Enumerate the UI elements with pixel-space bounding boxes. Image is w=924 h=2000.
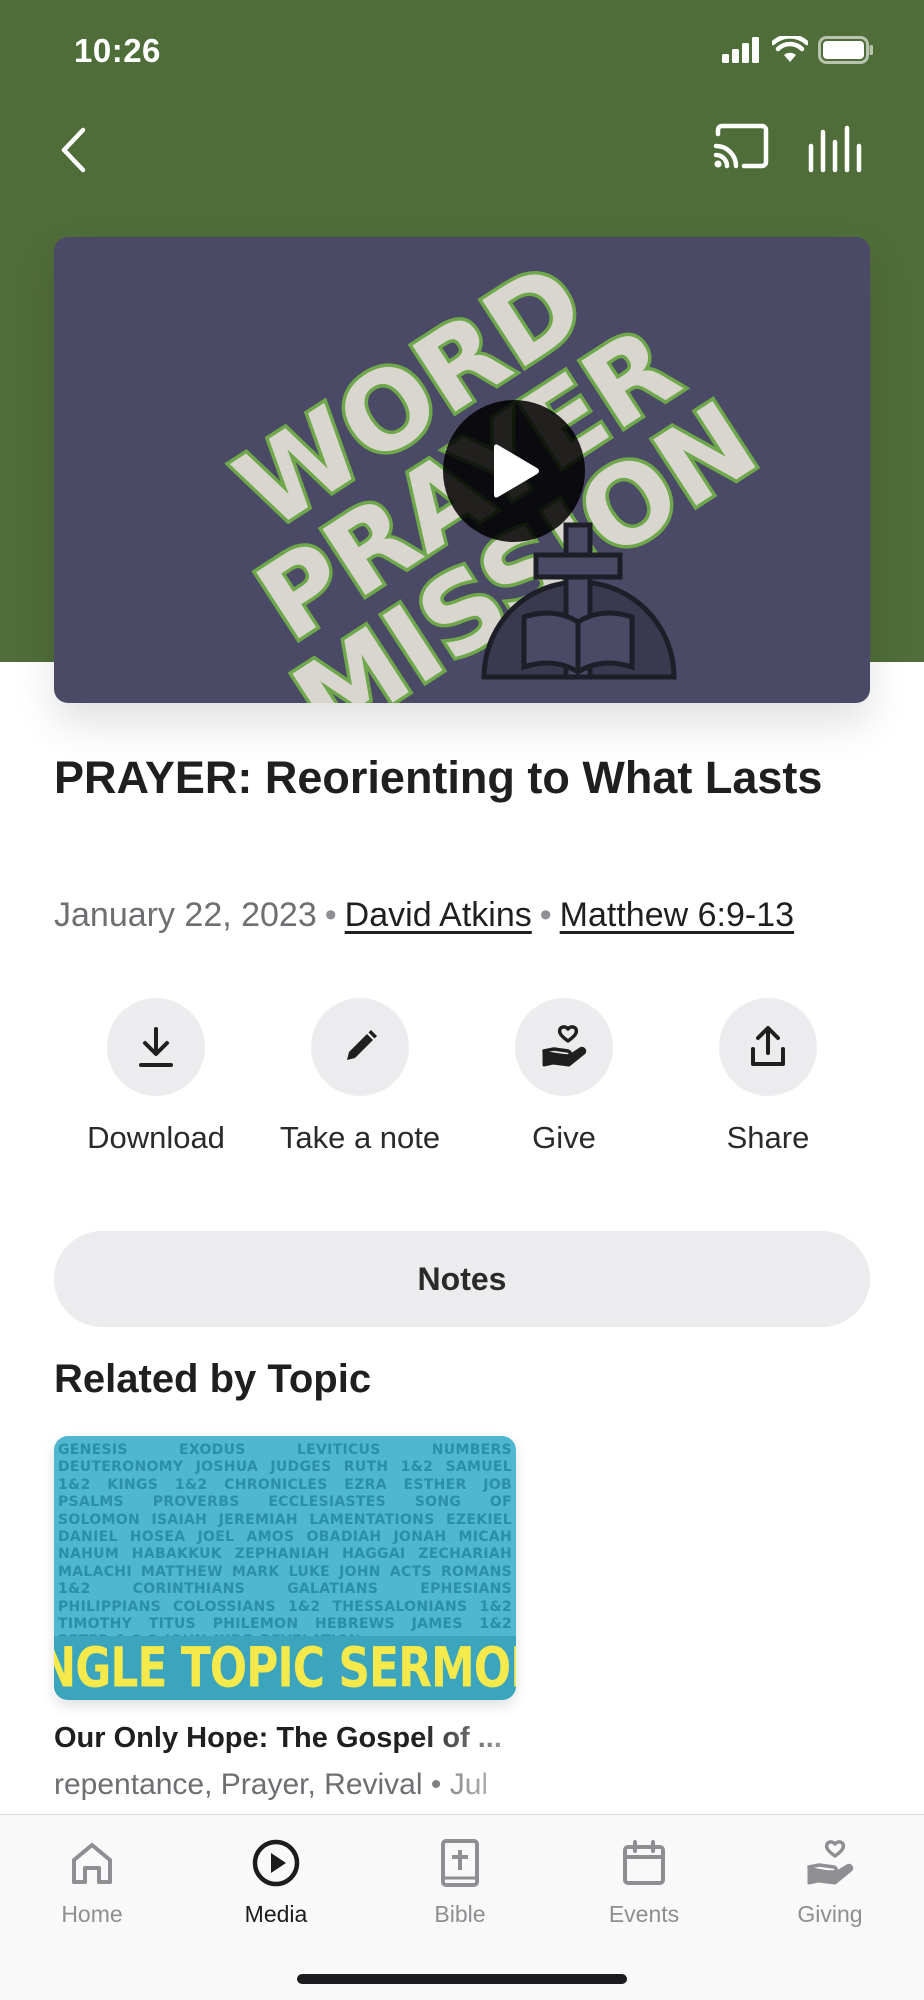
tab-events-label: Events bbox=[608, 1901, 680, 1927]
tab-bar: Home Media Bible Events Giving bbox=[0, 1814, 924, 2000]
back-button[interactable] bbox=[48, 120, 98, 180]
status-icons bbox=[722, 36, 874, 64]
battery-icon bbox=[818, 36, 873, 64]
play-icon bbox=[494, 444, 539, 498]
equalizer-icon bbox=[808, 125, 862, 173]
calendar-icon bbox=[623, 1840, 665, 1885]
play-button[interactable] bbox=[443, 400, 585, 542]
cast-icon bbox=[713, 123, 769, 169]
give-button[interactable]: Give bbox=[462, 998, 666, 1158]
bible-books-text: GENESIS EXODUS LEVITICUS NUMBERS DEUTERO… bbox=[58, 1442, 512, 1636]
artwork-banner-text: SINGLE TOPIC SERMONS bbox=[54, 1636, 516, 1700]
meta-separator: • bbox=[324, 896, 337, 934]
bible-icon bbox=[441, 1839, 479, 1887]
action-row: Download Take a note Give Share bbox=[54, 998, 870, 1158]
play-circle-icon bbox=[252, 1839, 300, 1887]
status-time: 10:26 bbox=[74, 32, 161, 69]
download-icon bbox=[139, 1027, 173, 1067]
share-icon bbox=[751, 1026, 785, 1066]
share-label: Share bbox=[726, 1120, 810, 1155]
download-button[interactable]: Download bbox=[54, 998, 258, 1158]
scripture-link[interactable]: Matthew 6:9-13 bbox=[560, 896, 794, 934]
wifi-icon bbox=[772, 36, 808, 62]
heart-hand-icon bbox=[542, 1025, 587, 1067]
home-indicator bbox=[297, 1974, 627, 1984]
top-nav bbox=[0, 110, 924, 190]
take-note-label: Take a note bbox=[279, 1120, 441, 1155]
tab-home-label: Home bbox=[61, 1901, 123, 1927]
tab-media-label: Media bbox=[244, 1901, 308, 1927]
take-note-button[interactable]: Take a note bbox=[258, 998, 462, 1158]
related-sermon-title[interactable]: Our Only Hope: The Gospel of ... bbox=[54, 1722, 574, 1755]
tab-home[interactable]: Home bbox=[0, 1835, 184, 1945]
audio-levels-button[interactable] bbox=[806, 122, 864, 174]
related-section-title: Related by Topic bbox=[54, 1357, 372, 1401]
speaker-link[interactable]: David Atkins bbox=[345, 896, 532, 934]
tab-media[interactable]: Media bbox=[184, 1835, 368, 1945]
sermon-artwork[interactable]: WORD PRAYER MISSION bbox=[54, 237, 870, 703]
download-label: Download bbox=[87, 1120, 225, 1155]
related-sermon-tags: repentance, Prayer, Revival • Jul bbox=[54, 1768, 489, 1801]
tab-giving-label: Giving bbox=[797, 1901, 863, 1927]
sermon-meta: January 22, 2023 • David Atkins • Matthew 6:… bbox=[54, 896, 894, 935]
giving-icon bbox=[807, 1840, 854, 1885]
notes-button[interactable]: Notes bbox=[54, 1231, 870, 1327]
artwork-banner: SINGLE TOPIC SERMONS bbox=[54, 1636, 516, 1700]
pencil-icon bbox=[347, 1030, 377, 1060]
chevron-left-icon bbox=[61, 127, 86, 173]
tab-bible-label: Bible bbox=[434, 1901, 486, 1927]
tab-bible[interactable]: Bible bbox=[368, 1835, 552, 1945]
sermon-title: PRAYER: Reorienting to What Lasts bbox=[54, 752, 823, 803]
signal-icon bbox=[722, 37, 759, 63]
cast-button[interactable] bbox=[712, 122, 770, 174]
home-icon bbox=[72, 1843, 112, 1884]
related-sermon-artwork[interactable]: GENESIS EXODUS LEVITICUS NUMBERS DEUTERO… bbox=[54, 1436, 516, 1700]
share-button[interactable]: Share bbox=[666, 998, 870, 1158]
sermon-date: January 22, 2023 bbox=[54, 896, 317, 934]
meta-separator: • bbox=[539, 896, 552, 934]
give-label: Give bbox=[532, 1120, 596, 1155]
tab-events[interactable]: Events bbox=[552, 1835, 736, 1945]
status-bar: 10:26 bbox=[0, 0, 924, 100]
tab-giving[interactable]: Giving bbox=[738, 1835, 922, 1945]
